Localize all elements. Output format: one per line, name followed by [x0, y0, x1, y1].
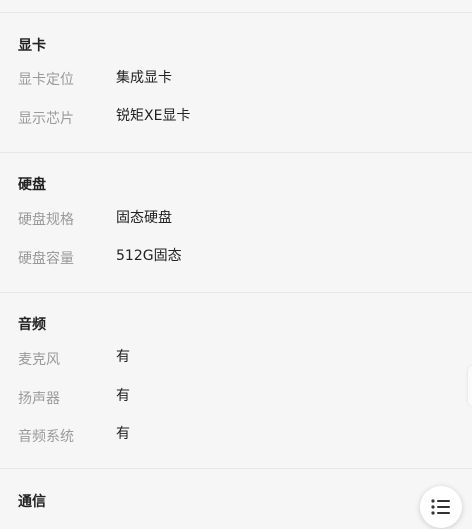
divider-1	[0, 152, 472, 153]
spec-value-gpu-position: 集成显卡	[116, 70, 172, 86]
spec-label-disk-type: 硬盘规格	[18, 212, 74, 228]
spec-label-gpu-position: 显卡定位	[18, 72, 74, 88]
divider-3	[0, 468, 472, 469]
spec-value-disk-type: 固态硬盘	[116, 210, 172, 226]
spec-label-audio-system: 音频系统	[18, 429, 74, 445]
side-scroll-handle[interactable]	[468, 366, 472, 406]
spec-value-disk-capacity: 512G固态	[116, 248, 182, 264]
spec-value-audio-system: 有	[116, 426, 130, 442]
spec-label-gpu-chip: 显示芯片	[18, 111, 74, 127]
spec-label-speaker: 扬声器	[18, 391, 60, 407]
spec-label-microphone: 麦克风	[18, 352, 60, 368]
spec-value-microphone: 有	[116, 349, 130, 365]
spec-value-gpu-chip: 锐矩XE显卡	[116, 108, 191, 124]
section-title-communication: 通信	[18, 494, 46, 510]
catalog-float-button[interactable]	[420, 486, 462, 528]
list-menu-icon	[431, 499, 450, 515]
spec-label-disk-capacity: 硬盘容量	[18, 251, 74, 267]
divider-top	[0, 12, 472, 13]
spec-value-speaker: 有	[116, 388, 130, 404]
section-title-audio: 音频	[18, 317, 46, 333]
section-title-graphics: 显卡	[18, 38, 46, 54]
divider-2	[0, 292, 472, 293]
section-title-storage: 硬盘	[18, 177, 46, 193]
